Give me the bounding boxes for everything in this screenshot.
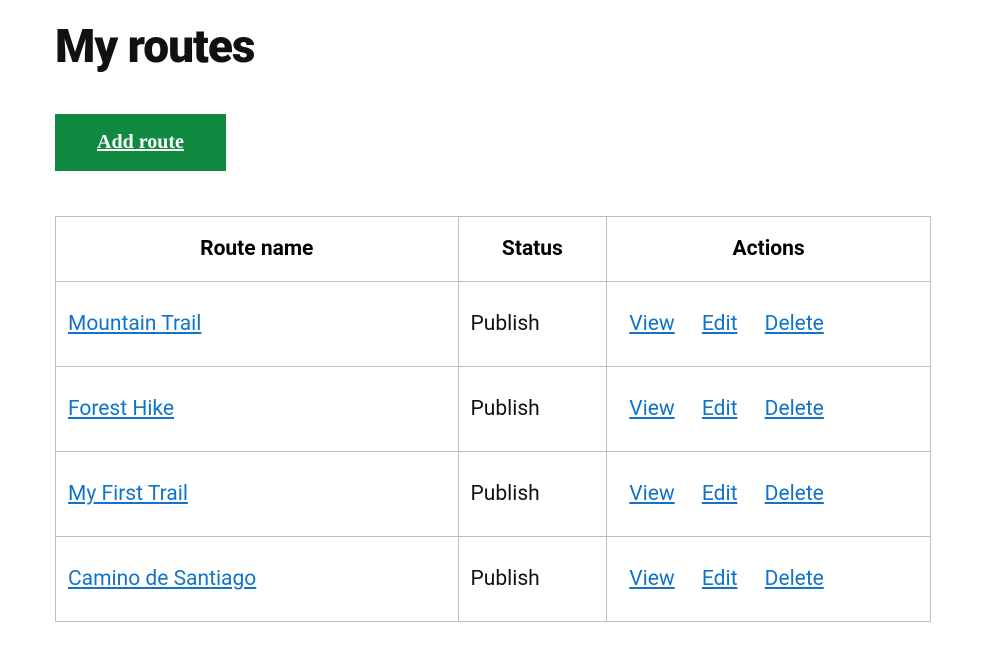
route-name-link[interactable]: My First Trail	[68, 482, 188, 506]
header-status: Status	[458, 217, 607, 282]
routes-table: Route name Status Actions Mountain Trail…	[55, 216, 931, 622]
delete-link[interactable]: Delete	[765, 482, 824, 506]
route-status: Publish	[458, 452, 607, 537]
table-row: Forest Hike Publish View Edit Delete	[56, 367, 931, 452]
edit-link[interactable]: Edit	[702, 312, 738, 336]
table-row: My First Trail Publish View Edit Delete	[56, 452, 931, 537]
route-name-link[interactable]: Mountain Trail	[68, 312, 201, 336]
edit-link[interactable]: Edit	[702, 482, 738, 506]
view-link[interactable]: View	[629, 567, 674, 591]
delete-link[interactable]: Delete	[765, 567, 824, 591]
table-row: Mountain Trail Publish View Edit Delete	[56, 282, 931, 367]
view-link[interactable]: View	[629, 312, 674, 336]
route-name-link[interactable]: Camino de Santiago	[68, 567, 256, 591]
header-route-name: Route name	[56, 217, 459, 282]
delete-link[interactable]: Delete	[765, 397, 824, 421]
table-header-row: Route name Status Actions	[56, 217, 931, 282]
edit-link[interactable]: Edit	[702, 397, 738, 421]
page-title: My routes	[55, 20, 931, 74]
header-actions: Actions	[607, 217, 931, 282]
delete-link[interactable]: Delete	[765, 312, 824, 336]
route-status: Publish	[458, 367, 607, 452]
edit-link[interactable]: Edit	[702, 567, 738, 591]
route-name-link[interactable]: Forest Hike	[68, 397, 174, 421]
route-status: Publish	[458, 537, 607, 622]
view-link[interactable]: View	[629, 482, 674, 506]
route-status: Publish	[458, 282, 607, 367]
view-link[interactable]: View	[629, 397, 674, 421]
table-row: Camino de Santiago Publish View Edit Del…	[56, 537, 931, 622]
add-route-button[interactable]: Add route	[55, 114, 226, 171]
